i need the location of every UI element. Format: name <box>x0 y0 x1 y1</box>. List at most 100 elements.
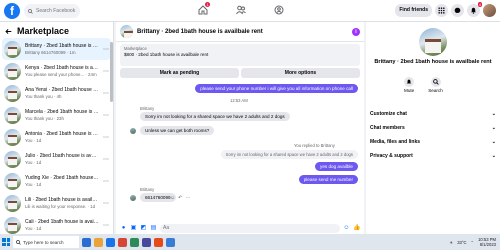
more-icon[interactable]: ⋯ <box>103 46 109 53</box>
search-input[interactable] <box>36 8 80 14</box>
conversation-text: Antonia · 2bed 1bath house is availa...Y… <box>25 131 99 143</box>
conversation-item[interactable]: Marcela · 2bed 1bath house is availa...Y… <box>0 104 113 126</box>
system-tray: ☀ 33°C ⌃ 10:53 PM 8/1/2023 <box>449 234 496 250</box>
emoji-react-icon[interactable]: ☺ <box>170 195 175 201</box>
conversation-preview: Brittany 6614760099 · 1m <box>25 50 76 55</box>
reply-note: You replied to Brittany <box>294 143 335 148</box>
more-icon[interactable]: ⋯ <box>103 112 109 119</box>
outgoing-message[interactable]: please send me number <box>298 175 358 184</box>
messenger-button[interactable] <box>451 4 464 17</box>
clock[interactable]: 10:53 PM 8/1/2023 <box>478 237 496 247</box>
more-icon[interactable]: ⋯ <box>103 200 109 207</box>
conversation-item[interactable]: Kenya · 2bed 1bath house is availabl...Y… <box>0 60 113 82</box>
listing-actions: Mark as pending More options <box>120 68 360 78</box>
like-icon[interactable]: 👍 <box>353 225 360 232</box>
conversation-name: Antonia · 2bed 1bath house is availa... <box>25 131 99 137</box>
more-icon[interactable]: ⋯ <box>103 178 109 185</box>
conversation-preview: You thank you · 4h <box>25 94 62 99</box>
search-conversation-button[interactable]: Search <box>428 77 443 93</box>
arrow-left-icon <box>5 28 12 34</box>
conversation-preview: You · 1d <box>25 182 42 187</box>
conversation-item[interactable]: Yuding Xie · 2bed 1bath house is avai...… <box>0 170 113 192</box>
more-options-button[interactable]: More options <box>241 68 360 78</box>
facebook-logo[interactable]: f <box>4 3 20 19</box>
sticker-icon[interactable]: ◩ <box>140 225 147 232</box>
quoted-message[interactable]: Sorry im not looking for a shared space … <box>220 150 358 159</box>
conversation-list: Brittany · 2bed 1bath house is avail...B… <box>0 38 113 234</box>
messenger-icon <box>454 7 461 14</box>
nav-groups[interactable] <box>272 3 286 17</box>
weather-icon[interactable]: ☀ <box>449 240 453 245</box>
conversation-item[interactable]: Cali · 2bed 1bath house is available ...… <box>0 214 113 234</box>
chat-title[interactable]: Brittany · 2bed 1bath house is availbale… <box>137 29 348 35</box>
emoji-icon[interactable]: ☺ <box>343 225 350 232</box>
more-icon[interactable]: ⋯ <box>103 156 109 163</box>
conversation-preview: You · 1d <box>25 160 42 165</box>
profile-avatar[interactable] <box>483 4 496 17</box>
windows-start-icon[interactable] <box>2 238 10 246</box>
outgoing-message[interactable]: yes dog availble <box>315 162 358 171</box>
more-icon[interactable]: ⋯ <box>103 222 109 229</box>
marketplace-inbox-panel: Marketplace Brittany · 2bed 1bath house … <box>0 22 114 234</box>
sender-name: Brittany <box>140 187 155 192</box>
task-view-icon[interactable] <box>82 237 91 247</box>
nav-friends[interactable] <box>234 3 248 17</box>
conversation-item[interactable]: Antonia · 2bed 1bath house is availa...Y… <box>0 126 113 148</box>
message-input-field[interactable] <box>160 223 340 233</box>
word-icon[interactable] <box>166 237 175 247</box>
sender-name: Brittany <box>140 106 155 111</box>
more-icon[interactable]: ⋯ <box>103 90 109 97</box>
gif-icon[interactable]: ▤ <box>150 225 157 232</box>
privacy-support-section[interactable]: Privacy & support ⌄ <box>370 150 496 162</box>
notifications-button[interactable]: 4 <box>467 2 482 17</box>
conversation-item[interactable]: Julio · 2bed 1bath house is available ..… <box>0 148 113 170</box>
facebook-search-box[interactable] <box>24 4 80 18</box>
conversation-item[interactable]: Lili · 2bed 1bath house is available r..… <box>0 192 113 214</box>
section-label: Privacy & support <box>370 153 413 159</box>
conversation-name: Marcela · 2bed 1bath house is availa... <box>25 109 99 115</box>
outgoing-message[interactable]: please send your phone number i will giv… <box>195 84 358 93</box>
back-button[interactable] <box>4 27 13 36</box>
mute-button[interactable]: Mute <box>404 77 414 93</box>
find-friends-button[interactable]: Find friends <box>395 4 432 17</box>
powerpoint-icon[interactable] <box>154 237 163 247</box>
inbox-scrollbar[interactable] <box>110 42 113 102</box>
taskbar-search[interactable]: Type here to search <box>13 236 79 248</box>
chrome-browser-icon[interactable] <box>118 237 127 247</box>
chat-members-section[interactable]: Chat members ⌄ <box>370 122 496 134</box>
friends-icon <box>236 5 246 15</box>
listing-thumbnail <box>4 216 21 234</box>
top-navigation-bar: f 1 Find friends 4 <box>0 0 500 22</box>
incoming-message[interactable]: Sorry im not looking for a shared space … <box>140 112 290 121</box>
chat-header: Brittany · 2bed 1bath house is availbale… <box>116 22 364 42</box>
menu-button[interactable] <box>435 4 448 17</box>
customize-chat-section[interactable]: Customize chat ⌄ <box>370 108 496 120</box>
chat-listing-thumbnail[interactable] <box>120 25 133 38</box>
message-composer: ● ▣ ◩ ▤ ☺ 👍 <box>116 222 364 234</box>
file-explorer-icon[interactable] <box>94 237 103 247</box>
listing-thumbnail <box>4 172 21 190</box>
listing-thumbnail <box>4 128 21 146</box>
excel-icon[interactable] <box>130 237 139 247</box>
conversation-preview: You please send your phone... · 24m <box>25 72 97 77</box>
message-input[interactable] <box>163 225 337 231</box>
image-icon[interactable]: ▣ <box>130 225 137 232</box>
listing-card[interactable]: Marketplace $800 · 2bed 1bath house is a… <box>120 44 360 66</box>
more-icon[interactable]: ⋯ <box>103 134 109 141</box>
nav-home[interactable]: 1 <box>196 2 211 17</box>
mark-as-pending-button[interactable]: Mark as pending <box>120 68 239 78</box>
conversation-item[interactable]: Ana Yensi · 2bed 1bath house is avail...… <box>0 82 113 104</box>
network-icon[interactable]: ⌃ <box>471 240 475 245</box>
conversation-item[interactable]: Brittany · 2bed 1bath house is avail...B… <box>2 38 111 60</box>
conversation-preview: Lili is waiting for your response. · 1d <box>25 204 96 209</box>
more-icon[interactable]: ⋯ <box>185 195 190 201</box>
reply-icon[interactable]: ↶ <box>178 195 182 201</box>
incoming-message[interactable]: Unless we can get both rooms? <box>140 126 215 135</box>
teams-icon[interactable] <box>142 237 151 247</box>
info-icon[interactable]: i <box>352 27 360 36</box>
media-files-links-section[interactable]: Media, files and links ⌄ <box>370 136 496 148</box>
listing-photo[interactable] <box>419 28 447 56</box>
more-icon[interactable]: ⋯ <box>103 68 109 75</box>
edge-browser-icon[interactable] <box>106 237 115 247</box>
microphone-icon[interactable]: ● <box>120 225 127 232</box>
